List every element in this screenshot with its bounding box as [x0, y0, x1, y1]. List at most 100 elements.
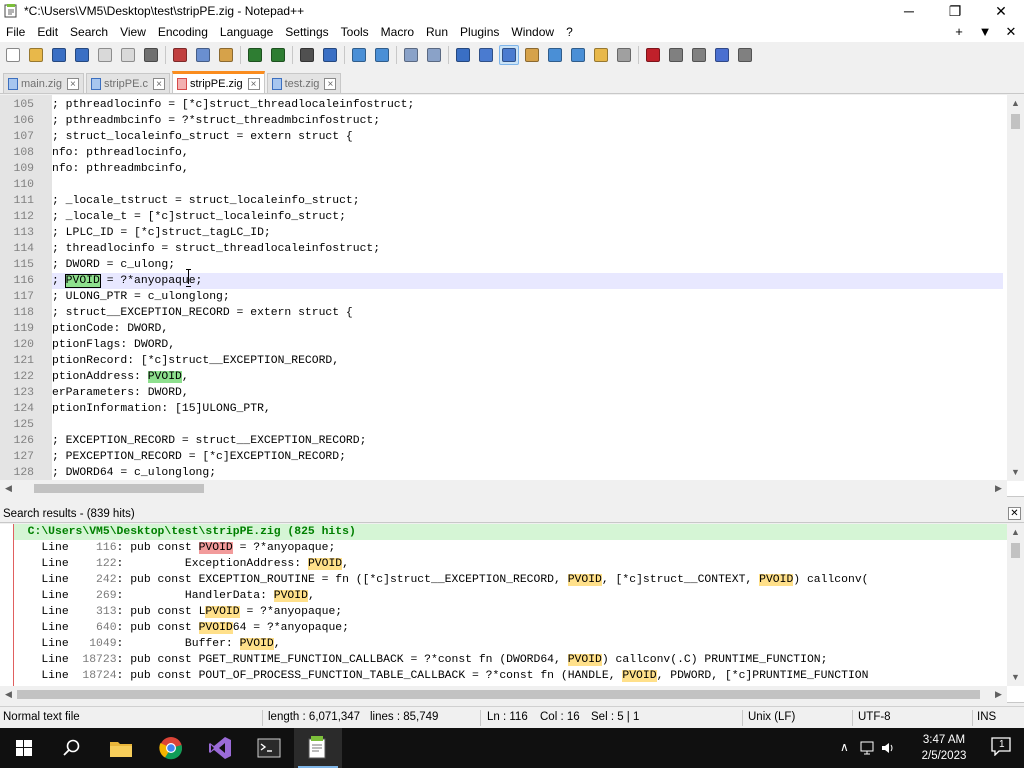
redo-button[interactable] [268, 45, 288, 65]
menu-encoding[interactable]: Encoding [152, 22, 214, 42]
menu-tools[interactable]: Tools [335, 22, 375, 42]
scroll-left-icon[interactable]: ◀ [0, 480, 17, 497]
menu-settings[interactable]: Settings [279, 22, 334, 42]
replace-button[interactable] [320, 45, 340, 65]
stop-macro-button[interactable] [666, 45, 686, 65]
code-line[interactable]: ptionAddress: PVOID, [52, 369, 1003, 385]
close-document-button[interactable]: ✕ [998, 24, 1024, 40]
search-result-line[interactable]: Line 313: pub const LPVOID = ?*anyopaque… [14, 604, 1007, 620]
menu-run[interactable]: Run [420, 22, 454, 42]
scrollbar-thumb[interactable] [17, 690, 980, 699]
paste-button[interactable] [216, 45, 236, 65]
close-tab-icon[interactable]: × [152, 77, 165, 90]
tab-test-zig[interactable]: test.zig × [266, 73, 342, 93]
scroll-down-icon[interactable]: ▼ [1007, 669, 1024, 686]
new-tab-button[interactable]: + [946, 24, 972, 40]
scroll-right-icon[interactable]: ▶ [990, 686, 1007, 703]
code-line[interactable]: nfo: pthreadlocinfo, [52, 145, 1003, 161]
search-result-line[interactable]: Line 18723: pub const PGET_RUNTIME_FUNCT… [14, 652, 1007, 668]
user-language-button[interactable] [522, 45, 542, 65]
results-vertical-scrollbar[interactable]: ▲ ▼ [1007, 524, 1024, 686]
code-line[interactable]: ; ULONG_PTR = c_ulonglong; [52, 289, 1003, 305]
sync-horizontal-button[interactable] [424, 45, 444, 65]
open-file-button[interactable] [26, 45, 46, 65]
search-result-file[interactable]: C:\Users\VM5\Desktop\test\stripPE.zig (8… [14, 524, 1007, 540]
chrome-icon[interactable] [147, 728, 195, 768]
close-all-button[interactable] [118, 45, 138, 65]
notepad-plus-plus-icon[interactable] [294, 728, 342, 768]
code-line[interactable]: ; pthreadmbcinfo = ?*struct_threadmbcinf… [52, 113, 1003, 129]
search-result-line[interactable]: Line 242: pub const EXCEPTION_ROUTINE = … [14, 572, 1007, 588]
search-result-line[interactable]: Line 18724: pub const POUT_OF_PROCESS_FU… [14, 668, 1007, 684]
record-macro-button[interactable] [643, 45, 663, 65]
scrollbar-thumb[interactable] [34, 484, 204, 493]
menu-help[interactable]: ? [560, 22, 579, 42]
tab-list-dropdown[interactable]: ▼ [972, 24, 998, 40]
close-window-button[interactable]: ✕ [978, 0, 1024, 22]
monitoring-button[interactable] [614, 45, 634, 65]
scroll-right-icon[interactable]: ▶ [990, 480, 1007, 497]
save-all-button[interactable] [72, 45, 92, 65]
menu-window[interactable]: Window [505, 22, 560, 42]
code-line[interactable]: ptionRecord: [*c]struct__EXCEPTION_RECOR… [52, 353, 1003, 369]
code-line[interactable]: ; pthreadlocinfo = [*c]struct_threadloca… [52, 97, 1003, 113]
results-horizontal-scrollbar[interactable]: ◀ ▶ [0, 686, 1007, 703]
save-macro-button[interactable] [735, 45, 755, 65]
function-list-button[interactable] [568, 45, 588, 65]
visual-studio-icon[interactable] [196, 728, 244, 768]
code-line[interactable]: ptionFlags: DWORD, [52, 337, 1003, 353]
file-explorer-icon[interactable] [97, 728, 145, 768]
search-icon[interactable] [48, 728, 96, 768]
undo-button[interactable] [245, 45, 265, 65]
save-button[interactable] [49, 45, 69, 65]
close-tab-icon[interactable]: × [247, 77, 260, 90]
scroll-down-icon[interactable]: ▼ [1007, 464, 1024, 481]
menu-macro[interactable]: Macro [375, 22, 420, 42]
search-result-line[interactable]: Line 116: pub const PVOID = ?*anyopaque; [14, 540, 1007, 556]
status-eol[interactable]: Unix (LF) [748, 711, 795, 723]
code-line[interactable]: ; struct__EXCEPTION_RECORD = extern stru… [52, 305, 1003, 321]
volume-icon[interactable] [880, 740, 896, 756]
menu-language[interactable]: Language [214, 22, 279, 42]
code-line[interactable]: ; PEXCEPTION_RECORD = [*c]EXCEPTION_RECO… [52, 449, 1003, 465]
print-button[interactable] [141, 45, 161, 65]
menu-plugins[interactable]: Plugins [454, 22, 505, 42]
menu-view[interactable]: View [114, 22, 152, 42]
network-icon[interactable] [858, 740, 876, 756]
search-result-line[interactable]: Line 269: HandlerData: PVOID, [14, 588, 1007, 604]
search-results-panel[interactable]: C:\Users\VM5\Desktop\test\stripPE.zig (8… [0, 524, 1024, 703]
search-result-line[interactable]: Line 640: pub const PVOID64 = ?*anyopaqu… [14, 620, 1007, 636]
search-results-list[interactable]: C:\Users\VM5\Desktop\test\stripPE.zig (8… [14, 524, 1007, 686]
scrollbar-thumb[interactable] [1011, 114, 1020, 129]
code-line[interactable]: ; EXCEPTION_RECORD = struct__EXCEPTION_R… [52, 433, 1003, 449]
code-line[interactable]: ; _locale_tstruct = struct_localeinfo_st… [52, 193, 1003, 209]
code-line[interactable]: ptionInformation: [15]ULONG_PTR, [52, 401, 1003, 417]
start-button[interactable] [0, 728, 48, 768]
status-encoding[interactable]: UTF-8 [858, 711, 891, 723]
find-button[interactable] [297, 45, 317, 65]
clock[interactable]: 3:47 AM 2/5/2023 [914, 732, 974, 764]
zoom-in-button[interactable] [349, 45, 369, 65]
close-tab-icon[interactable]: × [66, 77, 79, 90]
doc-map-button[interactable] [545, 45, 565, 65]
play-macro-button[interactable] [689, 45, 709, 65]
code-line[interactable]: ; threadlocinfo = struct_threadlocaleinf… [52, 241, 1003, 257]
cut-button[interactable] [170, 45, 190, 65]
code-line[interactable]: ; _locale_t = [*c]struct_localeinfo_stru… [52, 209, 1003, 225]
show-all-chars-button[interactable] [476, 45, 496, 65]
show-hidden-icons-icon[interactable]: ∧ [840, 740, 849, 754]
close-search-results-button[interactable]: ✕ [1008, 507, 1021, 520]
tab-strippe-zig[interactable]: stripPE.zig × [171, 71, 265, 93]
folder-workspace-button[interactable] [591, 45, 611, 65]
close-button[interactable] [95, 45, 115, 65]
code-line[interactable]: ; struct_localeinfo_struct = extern stru… [52, 129, 1003, 145]
code-line[interactable] [52, 177, 1003, 193]
menu-file[interactable]: File [0, 22, 31, 42]
code-line[interactable] [52, 417, 1003, 433]
menu-edit[interactable]: Edit [31, 22, 64, 42]
code-line[interactable]: ; DWORD64 = c_ulonglong; [52, 465, 1003, 481]
scroll-up-icon[interactable]: ▲ [1007, 95, 1024, 112]
notification-center-icon[interactable]: 1 [990, 736, 1016, 760]
new-file-button[interactable] [3, 45, 23, 65]
code-line[interactable]: erParameters: DWORD, [52, 385, 1003, 401]
